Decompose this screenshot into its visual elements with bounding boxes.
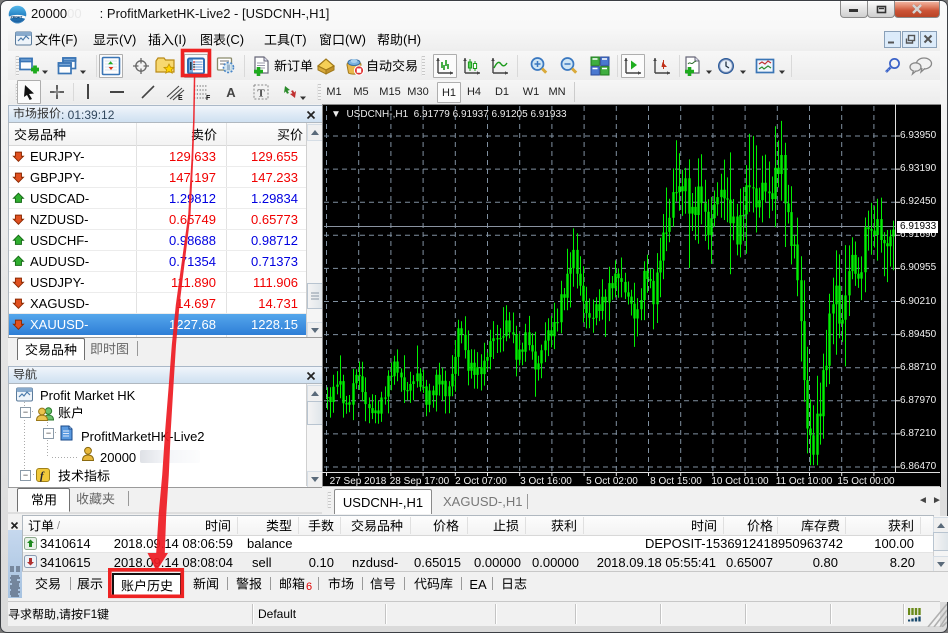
svg-text:E: E	[178, 95, 183, 101]
svg-text:PROFIT: PROFIT	[11, 15, 23, 19]
svg-text:T: T	[257, 88, 265, 100]
svg-text:F: F	[206, 95, 211, 101]
